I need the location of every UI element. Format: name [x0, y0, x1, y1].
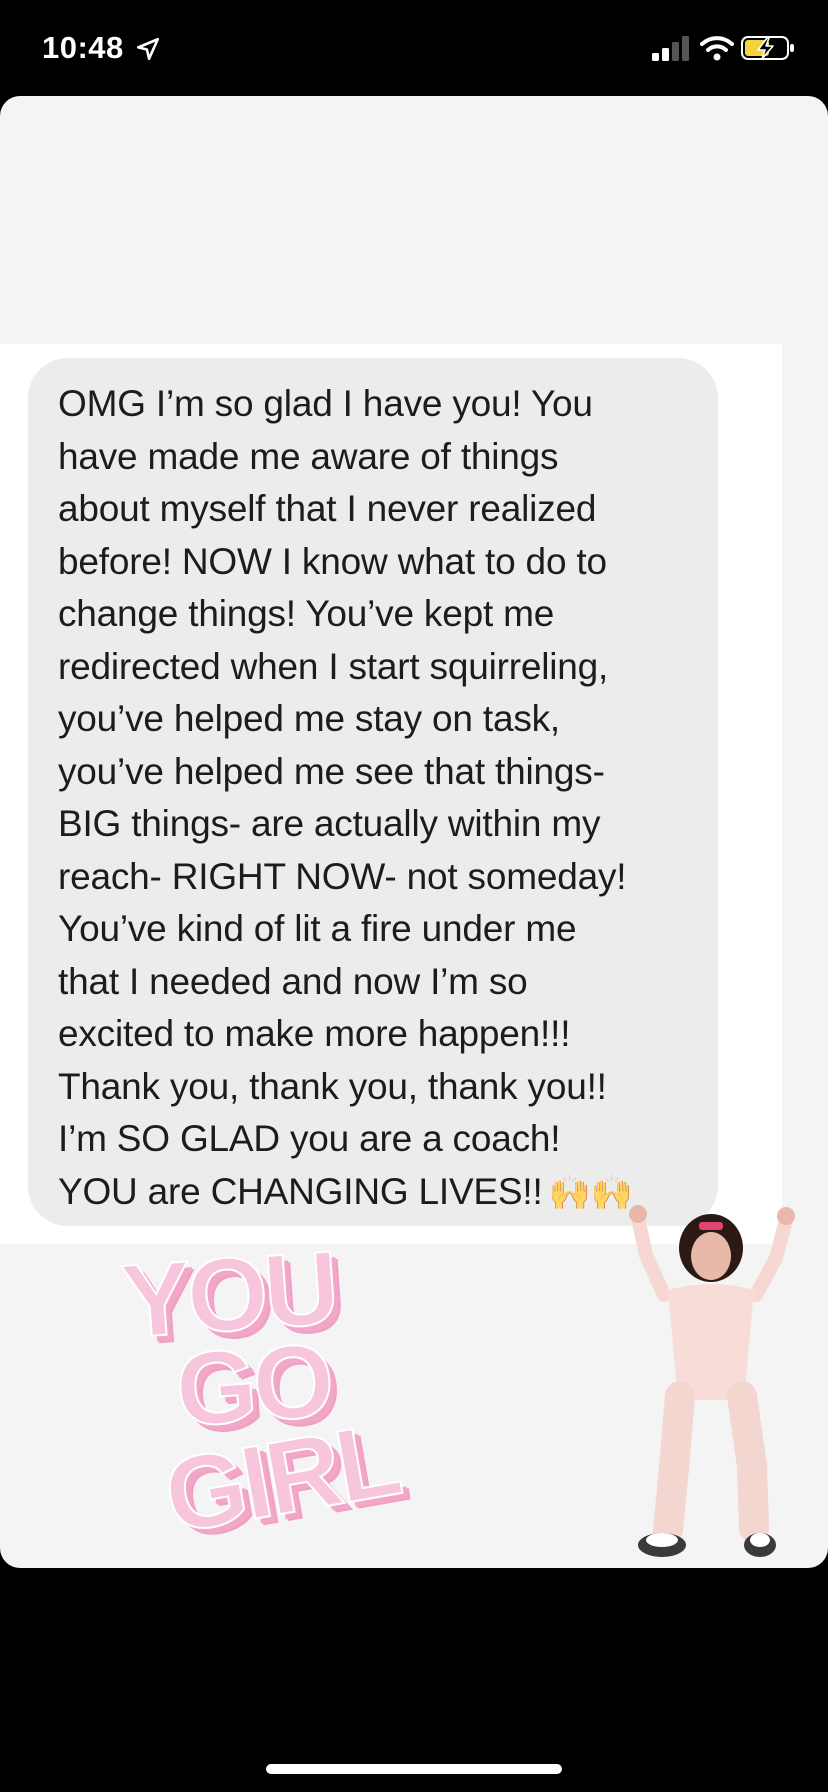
you-go-girl-sticker: YOU GO GIRL	[109, 1229, 451, 1568]
message-line: change things! You’ve kept me	[58, 593, 555, 634]
message-line: that I needed and now I’m so	[58, 960, 528, 1002]
message-line: reach- RIGHT NOW- not someday!	[58, 855, 627, 897]
battery-charging-icon	[741, 36, 794, 60]
story-screen: 10:48 OMG I’m so glad I have you! You ha…	[0, 0, 828, 1792]
location-arrow-icon	[136, 37, 160, 61]
cellular-signal-icon	[652, 36, 689, 61]
wifi-icon	[700, 36, 734, 61]
message-line: You’ve kind of lit a fire under me	[58, 908, 577, 949]
status-time: 10:48	[42, 30, 124, 65]
message-line: BIG things- are actually within my	[58, 803, 601, 844]
message-line: before! NOW I know what to do to	[58, 540, 607, 582]
message-line: OMG I’m so glad I have you! You	[58, 383, 593, 424]
message-line: Thank you, thank you, thank you!!	[58, 1065, 607, 1107]
message-last-text: YOU are CHANGING LIVES!!	[58, 1170, 543, 1212]
message-line: you’ve helped me stay on task,	[58, 698, 561, 739]
message-line-last: YOU are CHANGING LIVES!! 🙌🙌	[58, 1166, 698, 1219]
message-line: redirected when I start squirreling,	[58, 645, 609, 687]
message-line: I’m SO GLAD you are a coach!	[58, 1118, 561, 1159]
dancing-woman-sticker	[629, 1205, 795, 1557]
message-line: you’ve helped me see that things-	[58, 750, 605, 792]
home-indicator[interactable]	[266, 1764, 562, 1774]
message-line: about myself that I never realized	[58, 488, 597, 529]
status-bar: 10:48	[0, 0, 828, 96]
message-line: excited to make more happen!!!	[58, 1013, 571, 1054]
message-bubble: OMG I’m so glad I have you! You have mad…	[28, 358, 718, 1226]
message-line: have made me aware of things	[58, 435, 559, 477]
